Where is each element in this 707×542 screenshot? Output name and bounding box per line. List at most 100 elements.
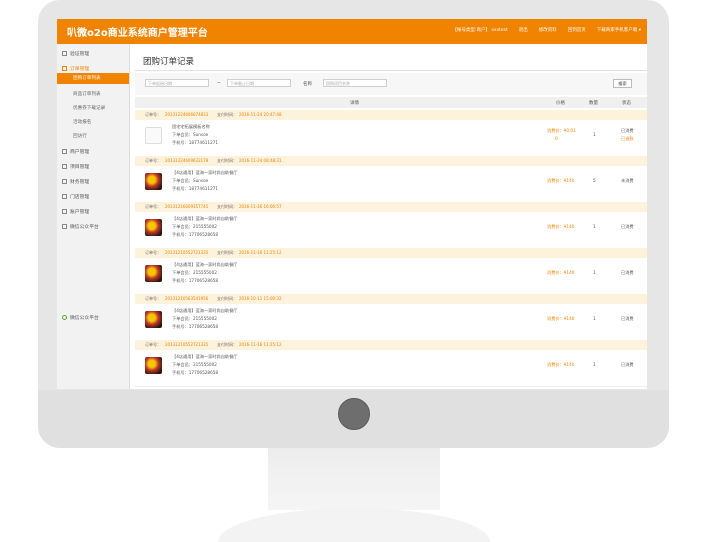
- quantity: 1: [593, 224, 596, 229]
- sidebar-item-orders[interactable]: 订单管理: [57, 65, 129, 72]
- sidebar-item-finance[interactable]: 财务管理: [57, 178, 129, 185]
- sidebar-subitem-group-orders[interactable]: 团购订单列表: [57, 73, 129, 84]
- order-row: 【4店通用】蓝海一家时尚自助餐厅 下单会员：215555002 手机号：177065…: [135, 350, 647, 387]
- product-title[interactable]: 【4店通用】蓝海一家时尚自助餐厅: [172, 308, 237, 314]
- product-title[interactable]: 团宅宅拓展模板名称: [172, 124, 210, 130]
- order-header: 订单号： 20131224609632178 支付时间： 2016-11-24 08:…: [135, 156, 647, 166]
- date-separator: ~: [217, 81, 221, 86]
- top-bar: 叭微o2o商业系统商户管理平台 【帐号类型:商户】 sxxtest 退出 修改资…: [57, 19, 647, 44]
- order-row: 团宅宅拓展模板名称 下单会员：Sunsoe 手机号：18774611271 消费价：¥…: [135, 120, 647, 157]
- price: 消费价：¥0.01: [547, 128, 576, 133]
- quantity: 1: [593, 132, 596, 137]
- sidebar-footer-wechat[interactable]: 微信公众平台: [57, 314, 129, 321]
- pay-time-label: 支付时间：: [217, 158, 237, 163]
- buyer: 下单会员：215555002: [172, 316, 217, 321]
- product-title[interactable]: 【4店通用】蓝海一家时尚自助餐厅: [172, 354, 237, 360]
- order-sn[interactable]: 20131210552721335: [165, 340, 208, 350]
- order-sn-label: 订单号：: [145, 158, 161, 163]
- phone: 手机号：18774611271: [172, 186, 219, 191]
- product-title[interactable]: 【4店通用】蓝海一家时尚自助餐厅: [172, 216, 237, 222]
- product-thumbnail[interactable]: [145, 265, 162, 282]
- order-row: 【4店通用】蓝海一家时尚自助餐厅 下单会员：Sunsoe 手机号：187746112…: [135, 166, 647, 203]
- home-link[interactable]: 回到首页: [568, 27, 586, 33]
- search-button[interactable]: 搜索: [613, 79, 632, 88]
- order-sn-label: 订单号：: [145, 112, 161, 117]
- wechat-icon: [62, 315, 67, 320]
- product-thumbnail[interactable]: [145, 219, 162, 236]
- monitor-base: [218, 508, 490, 542]
- status: 已消费: [621, 270, 634, 275]
- sidebar-item-projects[interactable]: 项目管理: [57, 163, 129, 170]
- box-icon: [62, 179, 67, 184]
- buyer: 下单会员：Sunsoe: [172, 132, 209, 137]
- order-sn[interactable]: 20131210563541956: [165, 294, 208, 304]
- product-title[interactable]: 【4店通用】蓝海一家时尚自助餐厅: [172, 262, 237, 268]
- sidebar-item-wechat[interactable]: 微信公众平台: [57, 223, 129, 230]
- product-thumbnail[interactable]: [145, 357, 162, 374]
- buyer: 下单会员：215555002: [172, 362, 217, 367]
- order-header: 订单号： 20131210552721335 支付时间： 2016-11-16 11:…: [135, 248, 647, 258]
- order-sn-label: 订单号：: [145, 342, 161, 347]
- project-name-input[interactable]: 团购项目名称: [323, 79, 387, 87]
- sidebar-item-verify[interactable]: 验证管理: [57, 50, 129, 57]
- phone: 手机号：17706528658: [172, 324, 219, 329]
- table-header: 详情 价格 数量 状态: [135, 97, 647, 108]
- col-price: 价格: [556, 101, 565, 106]
- sidebar-item-account[interactable]: 账户管理: [57, 208, 129, 215]
- monitor-stand: [268, 448, 440, 510]
- quantity: 1: [593, 270, 596, 275]
- order-sn[interactable]: 20131216609357745: [165, 202, 208, 212]
- product-thumbnail[interactable]: [145, 311, 162, 328]
- sidebar-subitem-revisit[interactable]: 回访行: [57, 133, 129, 139]
- product-thumbnail[interactable]: [145, 173, 162, 190]
- quantity: 5: [593, 178, 596, 183]
- sidebar-subitem-product-orders[interactable]: 商品订单列表: [57, 91, 129, 97]
- order-header: 订单号： 20131216609357745 支付时间： 2016-11-16 16:…: [135, 202, 647, 212]
- sidebar: 验证管理 订单管理 团购订单列表 商品订单列表 优惠券下载记录 活动报名 回访行…: [57, 44, 130, 389]
- order-header: 订单号： 20131210552721335 支付时间： 2016-11-16 11:…: [135, 340, 647, 350]
- sidebar-subitem-event-signup[interactable]: 活动报名: [57, 119, 129, 125]
- order-sn-label: 订单号：: [145, 204, 161, 209]
- price: 消费价：¥140: [547, 178, 575, 183]
- pay-time: 2016-11-24 08:48:31: [239, 158, 282, 163]
- quantity: 1: [593, 316, 596, 321]
- order-row: 【4店通用】蓝海一家时尚自助餐厅 下单会员：215555002 手机号：177065…: [135, 258, 647, 295]
- pay-time: 2016-11-16 16:06:57: [239, 204, 282, 209]
- account-info: 【帐号类型:商户】 sxxtest: [452, 28, 508, 33]
- caret-down-icon: ▾: [638, 28, 641, 33]
- sidebar-item-merchant[interactable]: 商户管理: [57, 148, 129, 155]
- phone: 手机号：17706528658: [172, 232, 219, 237]
- status: 已消费: [621, 316, 634, 321]
- status-refund: 已退款: [621, 136, 634, 141]
- status: 已消费: [621, 362, 634, 367]
- product-thumbnail[interactable]: [145, 127, 162, 144]
- logout-link[interactable]: 退出: [519, 27, 528, 33]
- sidebar-item-stores[interactable]: 门店管理: [57, 193, 129, 200]
- phone: 手机号：17706528658: [172, 370, 219, 375]
- order-sn[interactable]: 20131224609632178: [165, 156, 208, 166]
- col-qty: 数量: [589, 101, 598, 106]
- download-app-link[interactable]: 下载商家手机客户端 ▾: [597, 27, 641, 33]
- box-icon: [62, 224, 67, 229]
- page-title: 团购订单记录: [143, 57, 195, 67]
- phone: 手机号：18774611271: [172, 140, 219, 145]
- end-date-input[interactable]: 下单截止日期: [227, 79, 291, 87]
- col-status: 状态: [622, 101, 631, 106]
- app-title: 叭微o2o商业系统商户管理平台: [67, 28, 208, 39]
- pay-time-label: 支付时间：: [217, 342, 237, 347]
- box-icon: [62, 209, 67, 214]
- phone: 手机号：17706528658: [172, 278, 219, 283]
- order-sn[interactable]: 20131224606674833: [165, 110, 208, 120]
- col-detail: 详情: [350, 101, 359, 106]
- box-icon: [62, 51, 67, 56]
- start-date-input[interactable]: 下单起始日期: [145, 79, 209, 87]
- sidebar-subitem-coupon-downloads[interactable]: 优惠券下载记录: [57, 105, 129, 111]
- order-sn[interactable]: 20131210552721335: [165, 248, 208, 258]
- product-title[interactable]: 【4店通用】蓝海一家时尚自助餐厅: [172, 170, 237, 176]
- order-header: 订单号： 20131224606674833 支付时间： 2016-11-24 20:…: [135, 110, 647, 120]
- order-sn-label: 订单号：: [145, 250, 161, 255]
- filter-bar: 下单起始日期 ~ 下单截止日期 名称 团购项目名称 搜索: [135, 73, 647, 95]
- edit-profile-link[interactable]: 修改资料: [539, 27, 557, 33]
- quantity: 1: [593, 362, 596, 367]
- pay-time-label: 支付时间：: [217, 250, 237, 255]
